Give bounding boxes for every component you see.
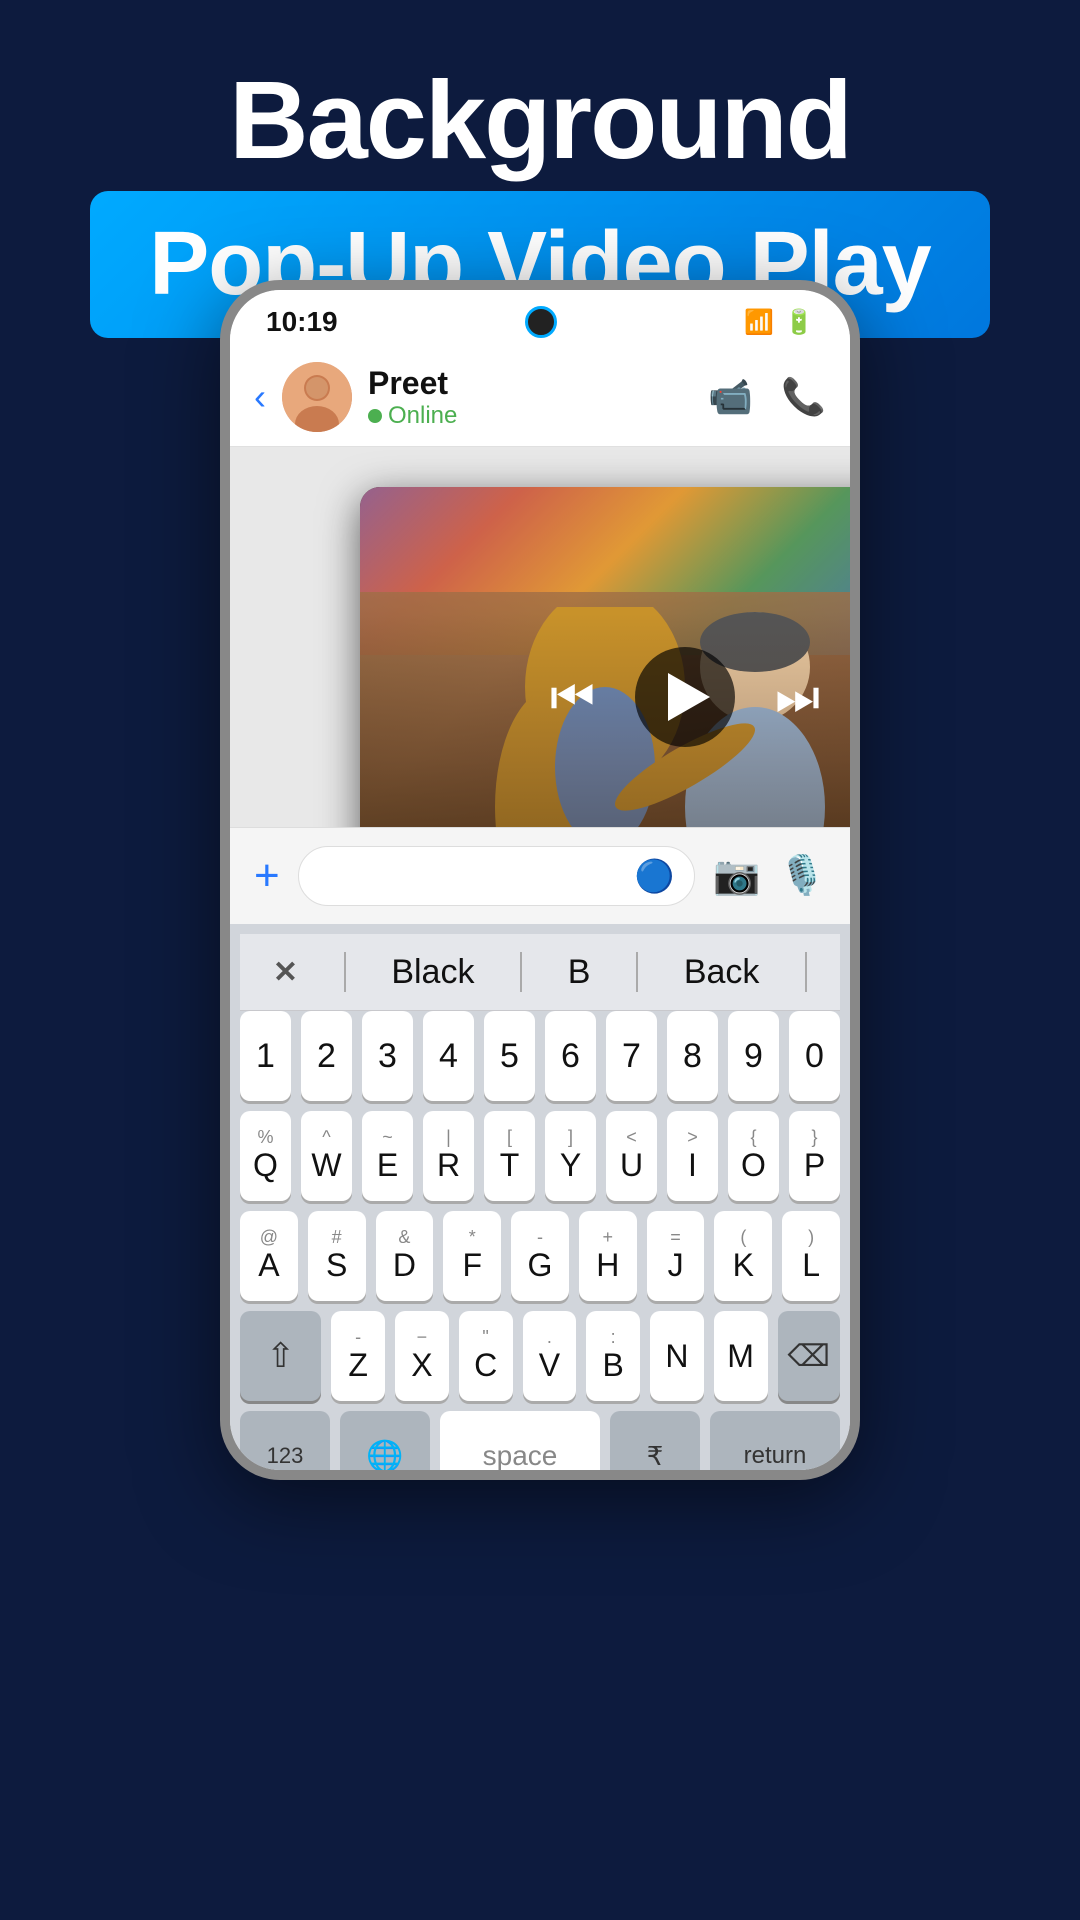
microphone-button[interactable]: 🎙️ [779,854,826,898]
header-title: Background [40,60,1040,181]
key-m[interactable]: M [714,1311,768,1401]
battery-icon: 🔋 [784,308,814,337]
sticker-icon[interactable]: 🔵 [635,857,675,895]
key-v[interactable]: .V [523,1311,577,1401]
key-5[interactable]: 5 [484,1011,535,1101]
online-indicator [368,409,382,423]
video-controls: ⏮ ⏭ [550,647,820,747]
key-e[interactable]: ~E [362,1111,413,1201]
message-input[interactable]: 🔵 [298,846,696,906]
key-d[interactable]: &D [376,1211,434,1301]
contact-name: Preet [368,365,692,402]
autocomplete-dismiss[interactable]: ✕ [273,955,298,990]
key-k[interactable]: (K [714,1211,772,1301]
key-f[interactable]: *F [443,1211,501,1301]
chat-actions: 📹 📞 [708,376,826,418]
autocomplete-bar: ✕ Black B Back [240,934,840,1011]
contact-status: Online [368,402,692,430]
key-l[interactable]: )L [782,1211,840,1301]
key-q[interactable]: %Q [240,1111,291,1201]
key-j[interactable]: =J [647,1211,705,1301]
avatar-image [282,362,352,432]
space-label: space [483,1440,558,1472]
play-triangle-icon [668,673,710,721]
key-1[interactable]: 1 [240,1011,291,1101]
key-r[interactable]: |R [423,1111,474,1201]
qwerty-row: %Q ^W ~E |R [T ]Y <U >I {O }P [240,1111,840,1201]
signal-icon: 📶 [744,308,774,337]
camera-button[interactable]: 📷 [713,854,760,898]
video-call-icon[interactable]: 📹 [708,376,753,418]
key-y[interactable]: ]Y [545,1111,596,1201]
phone-frame: 10:19 📶 🔋 ‹ [220,280,860,1480]
contact-info: Preet Online [368,365,692,430]
chat-header: ‹ Preet Online [230,348,850,447]
key-t[interactable]: [T [484,1111,535,1201]
autocomplete-b[interactable]: B [568,953,591,992]
video-popup[interactable]: ✕ ⏮ ⏭ [360,487,850,827]
phone-call-icon[interactable]: 📞 [781,376,826,418]
key-8[interactable]: 8 [667,1011,718,1101]
key-o[interactable]: {O [728,1111,779,1201]
avatar [282,362,352,432]
key-z[interactable]: -Z [331,1311,385,1401]
key-b[interactable]: :B [586,1311,640,1401]
key-i[interactable]: >I [667,1111,718,1201]
input-area: + 🔵 📷 🎙️ [230,827,850,924]
number-row: 1 2 3 4 5 6 7 8 9 0 [240,1011,840,1101]
key-3[interactable]: 3 [362,1011,413,1101]
key-7[interactable]: 7 [606,1011,657,1101]
autocomplete-black[interactable]: Black [391,953,474,992]
key-g[interactable]: -G [511,1211,569,1301]
bottom-row: 123 🌐 space ₹ return [240,1411,840,1480]
rupee-key[interactable]: ₹ [610,1411,700,1480]
divider-2 [520,952,522,992]
status-text: Online [388,402,457,430]
numbers-key[interactable]: 123 [240,1411,330,1480]
key-0[interactable]: 0 [789,1011,840,1101]
asdf-row: @A #S &D *F -G +H =J (K )L [240,1211,840,1301]
status-icons: 📶 🔋 [744,308,814,337]
divider-3 [636,952,638,992]
keyboard: ✕ Black B Back 1 2 3 4 5 6 7 8 9 0 [230,924,850,1480]
key-p[interactable]: }P [789,1111,840,1201]
backspace-key[interactable]: ⌫ [778,1311,841,1401]
status-bar: 10:19 📶 🔋 [230,290,850,348]
key-2[interactable]: 2 [301,1011,352,1101]
key-4[interactable]: 4 [423,1011,474,1101]
add-button[interactable]: + [254,851,280,901]
shift-key[interactable]: ⇧ [240,1311,321,1401]
avatar-svg [282,362,352,432]
key-h[interactable]: +H [579,1211,637,1301]
prev-button[interactable]: ⏮ [550,668,595,727]
divider-4 [805,952,807,992]
chat-body: ✕ ⏮ ⏭ [230,447,850,827]
zxcv-row: ⇧ -Z −X "C .V :B N M ⌫ [240,1311,840,1401]
key-x[interactable]: −X [395,1311,449,1401]
key-a[interactable]: @A [240,1211,298,1301]
next-button[interactable]: ⏭ [775,668,820,727]
key-n[interactable]: N [650,1311,704,1401]
key-w[interactable]: ^W [301,1111,352,1201]
key-6[interactable]: 6 [545,1011,596,1101]
key-c[interactable]: "C [459,1311,513,1401]
back-button[interactable]: ‹ [254,376,266,418]
status-time: 10:19 [266,306,338,338]
emoji-key[interactable]: 🌐 [340,1411,430,1480]
camera-dot [525,306,557,338]
key-s[interactable]: #S [308,1211,366,1301]
autocomplete-back[interactable]: Back [684,953,760,992]
return-key[interactable]: return [710,1411,840,1480]
play-button[interactable] [635,647,735,747]
space-key[interactable]: space [440,1411,600,1480]
key-9[interactable]: 9 [728,1011,779,1101]
key-u[interactable]: <U [606,1111,657,1201]
divider-1 [344,952,346,992]
phone-container: 10:19 📶 🔋 ‹ [220,280,860,1480]
